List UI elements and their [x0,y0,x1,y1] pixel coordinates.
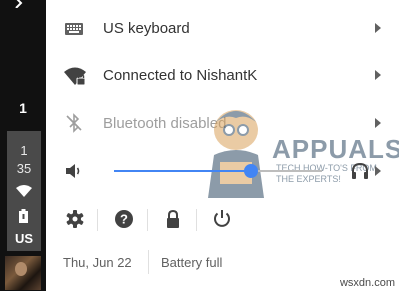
power-icon[interactable] [210,207,234,231]
network-row[interactable]: Connected to NishantK [48,52,399,98]
wifi-icon [16,185,32,197]
battery-icon [19,209,28,223]
divider [148,250,149,274]
volume-icon[interactable] [64,161,84,181]
chevron-right-icon[interactable] [374,165,382,177]
chevron-right-icon [375,23,381,33]
avatar[interactable] [5,256,41,290]
chevron-right-icon [375,118,381,128]
volume-slider-thumb[interactable] [244,164,259,178]
system-tools-row: ? [48,203,399,235]
divider [147,209,148,231]
battery-status[interactable]: Battery full [161,255,222,270]
network-label: Connected to NishantK [103,67,258,84]
site-watermark: wsxdn.com [339,277,395,289]
help-icon[interactable]: ? [112,207,136,231]
volume-slider-fill [114,170,252,172]
avatar-face [15,262,27,276]
keyboard-row[interactable]: US keyboard [48,5,399,51]
language-indicator: US [14,231,34,246]
shelf: 1 1 35 US [0,0,46,291]
bluetooth-row[interactable]: Bluetooth disabled [48,100,399,146]
volume-slider[interactable] [114,164,322,178]
headphones-icon[interactable] [350,161,370,181]
clock-minute: 35 [16,161,32,176]
settings-icon[interactable] [63,207,87,231]
status-tray[interactable]: 1 35 US [7,131,41,251]
divider [97,209,98,231]
date-label[interactable]: Thu, Jun 22 [63,255,132,270]
divider [196,209,197,231]
clock-hour: 1 [20,143,28,158]
chevron-icon[interactable] [12,0,26,8]
chevron-right-icon [375,70,381,80]
lock-icon[interactable] [161,207,185,231]
wifi-icon [64,67,86,86]
keyboard-icon [65,23,83,35]
status-panel: US keyboard Connected to NishantK Blueto… [48,0,399,291]
keyboard-label: US keyboard [103,20,190,37]
bluetooth-disabled-icon [66,113,82,133]
bluetooth-label: Bluetooth disabled [103,115,227,132]
svg-text:?: ? [120,212,128,227]
notification-count[interactable]: 1 [0,100,46,116]
